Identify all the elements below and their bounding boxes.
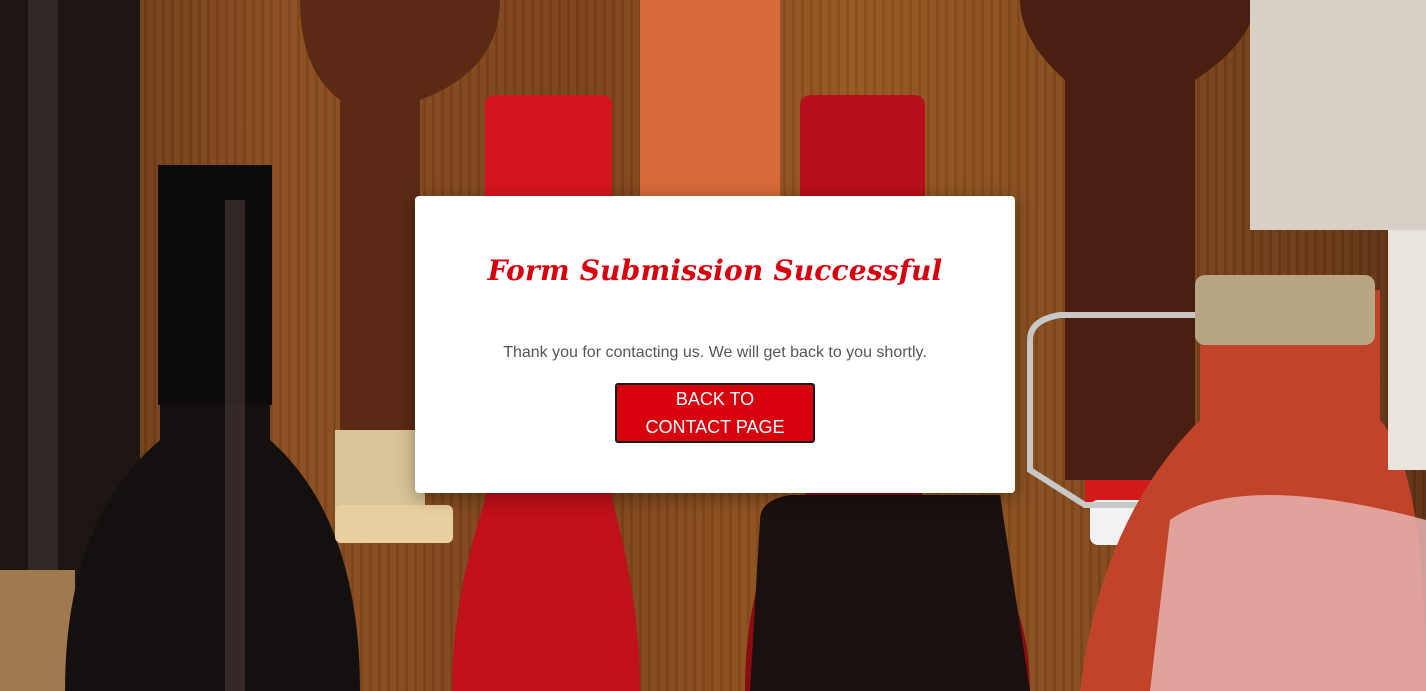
success-dialog: Form Submission Successful Thank you for… bbox=[415, 196, 1015, 493]
back-to-contact-button[interactable]: BACK TO CONTACT PAGE bbox=[615, 383, 815, 443]
dialog-title: Form Submission Successful bbox=[487, 254, 943, 287]
confirmation-message: Thank you for contacting us. We will get… bbox=[503, 344, 927, 361]
